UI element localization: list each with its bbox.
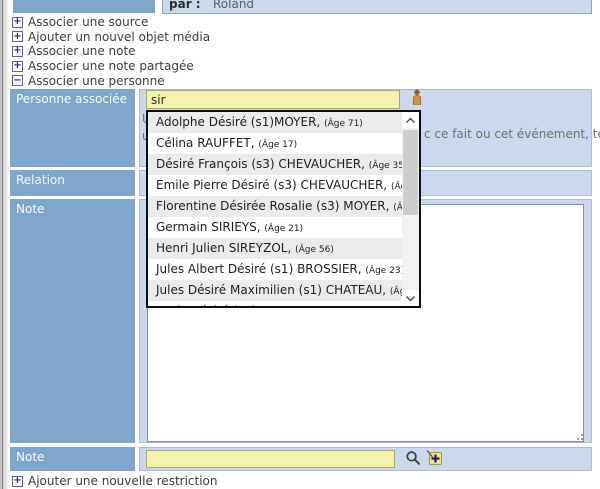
person-age: (Âge 32): [390, 287, 402, 297]
header-label-cell: [13, 0, 155, 13]
relation-row-label: Relation: [10, 170, 135, 196]
dropdown-item[interactable]: Jules Désiré Maximilien (s1) CHATEAU, (Â…: [148, 280, 402, 301]
scroll-up-button[interactable]: [402, 112, 419, 128]
dropdown-item[interactable]: Jules Albert Désiré (s1) BROSSIER, (Âge …: [148, 259, 402, 280]
action-link-label: Ajouter un nouvel objet média: [28, 30, 210, 44]
add-restriction-link[interactable]: + Ajouter une nouvelle restriction: [12, 474, 218, 489]
dropdown-item[interactable]: Désiré François (s3) CHEVAUCHER, (Âge 35…: [148, 154, 402, 175]
person-row-label: Personne associée: [10, 89, 135, 167]
dropdown-item[interactable]: Henri Julien SIREYZOL, (Âge 56): [148, 238, 402, 259]
person-suggestions-list: Adolphe Désiré (s1)MOYER, (Âge 71)Célina…: [148, 112, 402, 306]
person-age: (Âge 43): [393, 203, 402, 213]
action-link[interactable]: −Associer une personne: [12, 73, 210, 88]
person-age: (Âge 23): [365, 266, 402, 276]
add-note-icon[interactable]: [426, 449, 443, 466]
scroll-down-button[interactable]: [402, 290, 419, 306]
action-link[interactable]: + Associer une note: [12, 44, 210, 59]
person-age: (Âge 17): [258, 140, 297, 150]
action-link-label: Associer une note: [28, 44, 136, 58]
action-link[interactable]: + Associer une note partagée: [12, 59, 210, 74]
action-link[interactable]: + Associer une source: [12, 15, 210, 30]
dropdown-item[interactable]: Germain SIRIEYS, (Âge 21): [148, 217, 402, 238]
par-value: Roland: [213, 0, 254, 11]
collapse-icon[interactable]: −: [12, 75, 23, 86]
person-name: Emile Pierre Désiré (s3) CHEVAUCHER,: [156, 178, 391, 192]
person-suggestions-dropdown: Adolphe Désiré (s1)MOYER, (Âge 71)Célina…: [146, 110, 421, 308]
help-text-fragment: c ce fait ou cet événement, tel: [424, 127, 600, 141]
expand-icon[interactable]: +: [12, 476, 23, 487]
expand-icon[interactable]: +: [12, 31, 23, 42]
person-name: Adolphe Désiré (s1)MOYER,: [156, 115, 324, 129]
action-link-label: Associer une note partagée: [28, 59, 194, 73]
header-value-cell: par : Roland: [162, 0, 592, 14]
expand-icon[interactable]: +: [12, 61, 23, 72]
action-link-label: Associer une personne: [28, 74, 165, 88]
association-editor-panel: par : Roland + Associer une source + Ajoute…: [0, 0, 600, 489]
note-row-label: Note: [10, 199, 135, 443]
person-name: Célina RAUFFET,: [156, 136, 258, 150]
dropdown-item[interactable]: Louis Désiré (s3) CALLU, (Âge 55): [148, 301, 402, 306]
person-age: (Âge 56): [295, 245, 334, 255]
person-age: (Âge 21): [264, 224, 303, 234]
action-links: + Associer une source + Ajouter un nouvel o…: [12, 15, 210, 88]
action-link-label: Associer une source: [28, 15, 148, 29]
dropdown-scrollbar[interactable]: [402, 112, 419, 306]
expand-icon[interactable]: +: [12, 46, 23, 57]
person-name: Florentine Désirée Rosalie (s3) MOYER,: [156, 199, 393, 213]
window-edge: [0, 0, 8, 489]
dropdown-item[interactable]: Adolphe Désiré (s1)MOYER, (Âge 71): [148, 112, 402, 133]
search-icon[interactable]: [405, 450, 421, 466]
note-search-input[interactable]: [146, 450, 395, 468]
person-age: (Âge 43): [391, 182, 402, 192]
person-name: Henri Julien SIREYZOL,: [156, 241, 295, 255]
par-label: par :: [169, 0, 201, 11]
person-name: Germain SIRIEYS,: [156, 220, 264, 234]
person-name: Désiré François (s3) CHEVAUCHER,: [156, 157, 369, 171]
dropdown-item[interactable]: Emile Pierre Désiré (s3) CHEVAUCHER, (Âg…: [148, 175, 402, 196]
person-name: Jules Désiré Maximilien (s1) CHATEAU,: [156, 283, 390, 297]
person-search-input[interactable]: [146, 90, 400, 109]
action-link[interactable]: + Ajouter un nouvel objet média: [12, 30, 210, 45]
person-name: Louis Désiré (s3) CALLU,: [156, 304, 306, 306]
person-picker-icon[interactable]: [411, 89, 423, 105]
person-name: Jules Albert Désiré (s1) BROSSIER,: [156, 262, 365, 276]
add-restriction-label: Ajouter une nouvelle restriction: [28, 474, 218, 488]
dropdown-item[interactable]: Célina RAUFFET, (Âge 17): [148, 133, 402, 154]
scrollbar-thumb[interactable]: [403, 130, 418, 215]
person-age: (Âge 71): [324, 119, 363, 129]
person-age: (Âge 35): [369, 161, 402, 171]
textarea-resize-grip[interactable]: [574, 431, 584, 441]
dropdown-item[interactable]: Florentine Désirée Rosalie (s3) MOYER, (…: [148, 196, 402, 217]
note2-row-label: Note: [10, 447, 135, 471]
window-edge-line: [2, 0, 3, 489]
expand-icon[interactable]: +: [12, 17, 23, 28]
